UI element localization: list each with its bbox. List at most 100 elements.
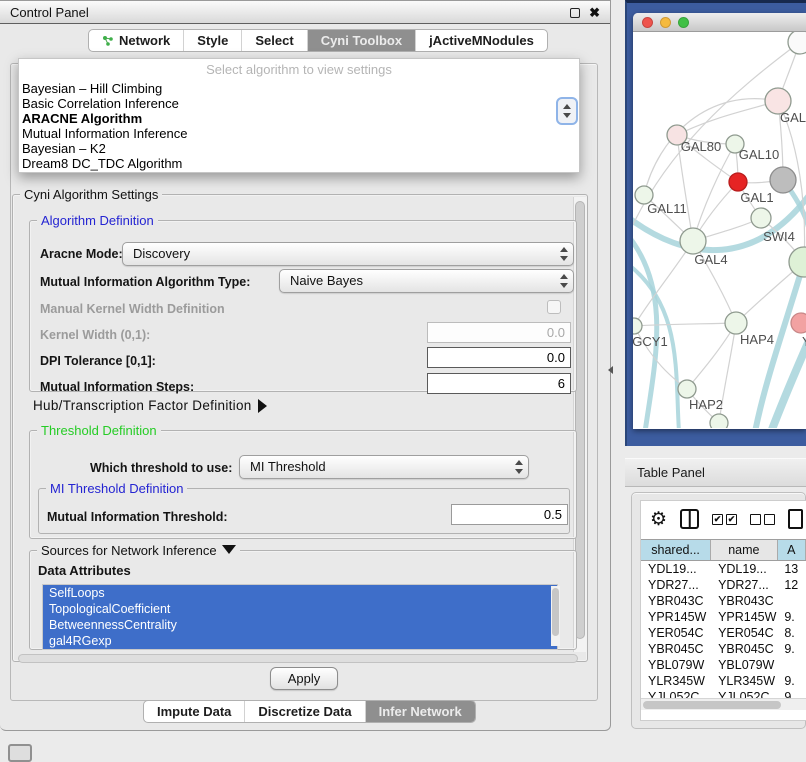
tab-select[interactable]: Select [241, 30, 306, 51]
manual-kernel-checkbox[interactable] [547, 300, 561, 314]
table-cell: YPR145W [711, 609, 777, 625]
mi-steps-input[interactable]: 6 [427, 373, 571, 394]
mi-threshold-definition-group: MI Threshold Definition Mutual Informati… [38, 488, 570, 534]
tab-network[interactable]: Network [89, 30, 183, 51]
tab-impute-data[interactable]: Impute Data [144, 701, 244, 722]
column-header-name[interactable]: name [711, 540, 777, 560]
tab-infer-network-label: Infer Network [379, 701, 462, 723]
tab-cyni-toolbox-label: Cyni Toolbox [321, 30, 402, 52]
network-node[interactable] [751, 208, 771, 228]
gear-icon[interactable]: ⚙ [650, 510, 667, 529]
network-node[interactable] [680, 228, 706, 254]
network-canvas[interactable]: GALGAL80GAL10GAL1GAL11SWI4GAL4GCY1HAP4YH… [633, 32, 806, 428]
network-node[interactable] [633, 318, 642, 334]
network-node[interactable] [770, 167, 796, 193]
which-threshold-select[interactable]: MI Threshold [239, 455, 529, 479]
table-row[interactable]: YBR045CYBR045C9. [641, 641, 806, 657]
table-row[interactable]: YPR145WYPR145W9. [641, 609, 806, 625]
table-cell: YBL079W [641, 657, 711, 673]
kernel-width-input[interactable]: 0.0 [427, 322, 571, 343]
control-panel-window: Control Panel ✖ Network Style Select Cyn… [0, 0, 611, 731]
algorithm-option[interactable]: ARACNE Algorithm [19, 111, 579, 126]
table-cell: YPR145W [641, 609, 711, 625]
attributes-list-scrollbar[interactable] [551, 586, 560, 646]
data-attribute-option[interactable]: TopologicalCoefficient [43, 601, 557, 617]
covered-combobox-spinner[interactable] [556, 97, 578, 125]
page-icon[interactable] [788, 509, 803, 529]
algorithm-option[interactable]: Mutual Information Inference [19, 126, 579, 141]
network-node-label: GAL80 [681, 139, 721, 154]
column-header-partial[interactable]: A [778, 540, 806, 560]
algorithm-option[interactable]: Basic Correlation Inference [19, 96, 579, 111]
table-cell [777, 593, 806, 609]
table-horizontal-scrollbar[interactable] [641, 698, 806, 710]
checked-columns-icon[interactable]: ✔✔ [712, 514, 737, 525]
scrollbar-thumb[interactable] [643, 701, 781, 709]
mi-threshold-input[interactable]: 0.5 [451, 504, 568, 525]
algorithm-dropdown-list: Select algorithm to view settings Bayesi… [18, 58, 580, 173]
mi-steps-label: Mutual Information Steps: [40, 380, 194, 394]
algorithm-option[interactable]: Bayesian – Hill Climbing [19, 81, 579, 96]
data-attribute-option[interactable]: BetweennessCentrality [43, 617, 557, 633]
mi-algorithm-type-select[interactable]: Naive Bayes [279, 269, 574, 293]
data-attribute-option[interactable]: gal4RGexp [43, 633, 557, 649]
panel-divider-collapse-handle[interactable] [608, 366, 613, 374]
table-row[interactable]: YBR043CYBR043C [641, 593, 806, 609]
data-attributes-list: SelfLoopsTopologicalCoefficientBetweenne… [42, 584, 558, 650]
algorithm-option[interactable]: Bayesian – K2 [19, 141, 579, 156]
network-node[interactable] [710, 414, 728, 428]
sources-group-label[interactable]: Sources for Network Inference [37, 543, 240, 558]
settings-horizontal-scrollbar[interactable] [18, 654, 578, 663]
mi-threshold-definition-label: MI Threshold Definition [46, 481, 187, 496]
table-cell: 9. [777, 673, 806, 689]
control-panel-titlebar: Control Panel ✖ [0, 1, 610, 24]
data-attribute-option[interactable]: SelfLoops [43, 585, 557, 601]
column-header-shared-name[interactable]: shared... [641, 540, 711, 560]
table-cell: YER054C [641, 625, 711, 641]
minimize-traffic-light-icon[interactable] [660, 17, 671, 28]
dpi-tolerance-input[interactable]: 0.0 [427, 347, 571, 368]
table-row[interactable]: YER054CYER054C8. [641, 625, 806, 641]
table-rows: YDL19...YDL19...13YDR27...YDR27...12YBR0… [641, 561, 806, 701]
network-window: GALGAL80GAL10GAL1GAL11SWI4GAL4GCY1HAP4YH… [633, 13, 806, 429]
bottom-tabbar: Impute Data Discretize Data Infer Networ… [143, 700, 476, 723]
network-node[interactable] [791, 313, 806, 333]
network-node[interactable] [788, 32, 806, 54]
spinner-arrows-icon [560, 247, 569, 261]
tab-infer-network[interactable]: Infer Network [365, 701, 475, 722]
tab-cyni-toolbox[interactable]: Cyni Toolbox [307, 30, 415, 51]
close-traffic-light-icon[interactable] [642, 17, 653, 28]
table-cell: YDR27... [711, 577, 777, 593]
network-node[interactable] [729, 173, 747, 191]
table-row[interactable]: YLR345WYLR345W9. [641, 673, 806, 689]
table-cell: YDL19... [641, 561, 711, 577]
table-row[interactable]: YDL19...YDL19...13 [641, 561, 806, 577]
scrollbar-thumb[interactable] [552, 588, 559, 636]
float-window-icon[interactable] [570, 8, 580, 18]
unchecked-columns-icon[interactable] [750, 514, 775, 525]
network-node[interactable] [678, 380, 696, 398]
algorithm-option[interactable]: Dream8 DC_TDC Algorithm [19, 156, 579, 171]
table-row[interactable]: YDR27...YDR27...12 [641, 577, 806, 593]
network-view-panel: GALGAL80GAL10GAL1GAL11SWI4GAL4GCY1HAP4YH… [625, 0, 806, 446]
close-icon[interactable]: ✖ [589, 5, 600, 21]
aracne-mode-select[interactable]: Discovery [122, 242, 574, 266]
table-row[interactable]: YBL079WYBL079W [641, 657, 806, 673]
minimized-panel-icon[interactable] [8, 744, 32, 762]
hub-tf-definition-toggle[interactable]: Hub/Transcription Factor Definition [33, 398, 267, 413]
apply-button[interactable]: Apply [270, 667, 338, 690]
network-node-label: GCY1 [633, 334, 668, 349]
network-node-label: HAP4 [740, 332, 774, 347]
network-node[interactable] [725, 312, 747, 334]
dpi-tolerance-label: DPI Tolerance [0,1]: [40, 354, 156, 368]
tab-jactivemnodules[interactable]: jActiveMNodules [415, 30, 547, 51]
zoom-traffic-light-icon[interactable] [678, 17, 689, 28]
network-node-label: HAP2 [689, 397, 723, 412]
split-columns-icon[interactable] [680, 509, 699, 529]
spinner-arrows-icon [560, 274, 569, 288]
mi-type-label: Mutual Information Algorithm Type: [40, 275, 250, 289]
tab-discretize-data[interactable]: Discretize Data [244, 701, 364, 722]
algorithm-dropdown-items: Bayesian – Hill ClimbingBasic Correlatio… [19, 81, 579, 171]
cyni-algorithm-settings-group: Cyni Algorithm Settings Algorithm Defini… [12, 194, 588, 662]
tab-style[interactable]: Style [183, 30, 241, 51]
